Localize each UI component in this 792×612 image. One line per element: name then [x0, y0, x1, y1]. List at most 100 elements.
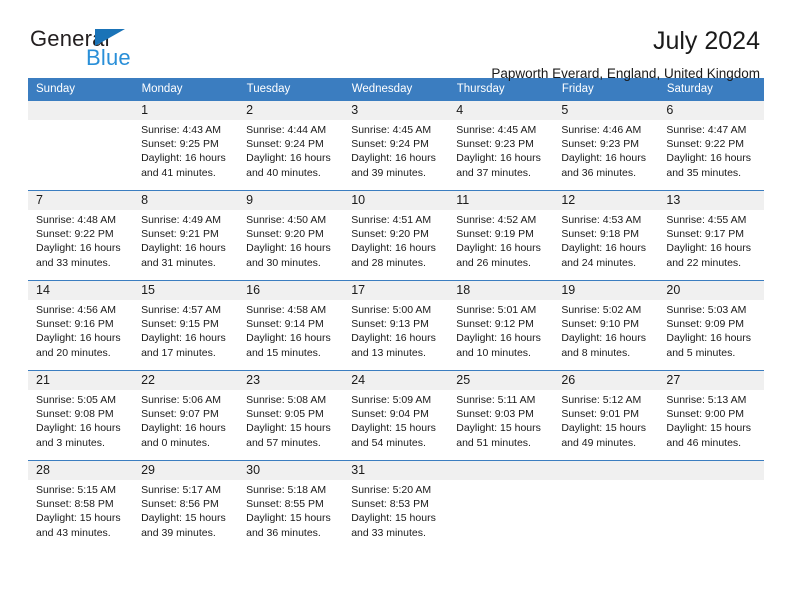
day-cell[interactable]: 19 Sunrise: 5:02 AM Sunset: 9:10 PM Dayligh…: [553, 281, 659, 370]
sunset-time: Sunset: 8:53 PM: [351, 498, 429, 511]
daylight-duration-line1: Daylight: 16 hours: [561, 332, 646, 345]
daylight-duration-line1: Daylight: 16 hours: [561, 152, 646, 165]
calendar-cell: 3 Sunrise: 4:45 AM Sunset: 9:24 PM Daylight…: [343, 100, 449, 191]
page-title: July 2024: [652, 27, 760, 55]
day-details: Sunrise: 4:50 AM Sunset: 9:20 PM Daylight:…: [238, 210, 343, 270]
calendar-cell: 9 Sunrise: 4:50 AM Sunset: 9:20 PM Daylight…: [238, 190, 344, 281]
day-cell[interactable]: 14 Sunrise: 4:56 AM Sunset: 9:16 PM Dayligh…: [28, 281, 134, 370]
calendar-cell: 13 Sunrise: 4:55 AM Sunset: 9:17 PM Dayligh…: [658, 190, 764, 281]
sunset-time: Sunset: 9:25 PM: [141, 138, 219, 151]
sunrise-time: Sunrise: 5:06 AM: [141, 394, 222, 406]
day-details: Sunrise: 5:15 AM Sunset: 8:58 PM Daylight:…: [28, 480, 133, 540]
calendar-cell: 23 Sunrise: 5:08 AM Sunset: 9:05 PM Dayligh…: [238, 370, 344, 461]
sunrise-time: Sunrise: 4:57 AM: [141, 304, 222, 316]
sunrise-time: Sunrise: 4:45 AM: [456, 124, 537, 136]
daylight-duration-line1: Daylight: 16 hours: [666, 332, 752, 345]
calendar-cell: 12 Sunrise: 4:53 AM Sunset: 9:18 PM Dayligh…: [553, 190, 659, 281]
day-cell[interactable]: 30 Sunrise: 5:18 AM Sunset: 8:55 PM Dayligh…: [238, 461, 344, 549]
day-number: 3: [343, 101, 449, 120]
day-number: 20: [658, 281, 764, 300]
day-details: Sunrise: 4:55 AM Sunset: 9:17 PM Daylight:…: [658, 210, 763, 270]
day-cell[interactable]: 9 Sunrise: 4:50 AM Sunset: 9:20 PM Daylight…: [238, 191, 344, 280]
day-cell[interactable]: 11 Sunrise: 4:52 AM Sunset: 9:19 PM Dayligh…: [448, 191, 554, 280]
day-cell[interactable]: 3 Sunrise: 4:45 AM Sunset: 9:24 PM Daylight…: [343, 101, 449, 190]
day-number: 5: [553, 101, 659, 120]
sunset-time: Sunset: 9:00 PM: [666, 408, 745, 421]
calendar-cell: 2 Sunrise: 4:44 AM Sunset: 9:24 PM Daylight…: [238, 100, 344, 191]
day-cell[interactable]: 29 Sunrise: 5:17 AM Sunset: 8:56 PM Dayligh…: [133, 461, 239, 549]
day-cell[interactable]: 18 Sunrise: 5:01 AM Sunset: 9:12 PM Dayligh…: [448, 281, 554, 370]
day-cell[interactable]: 2 Sunrise: 4:44 AM Sunset: 9:24 PM Daylight…: [238, 101, 344, 190]
sunrise-time: Sunrise: 5:02 AM: [561, 304, 642, 316]
day-cell[interactable]: 12 Sunrise: 4:53 AM Sunset: 9:18 PM Dayligh…: [553, 191, 659, 280]
day-details: Sunrise: 4:49 AM Sunset: 9:21 PM Daylight:…: [133, 210, 238, 270]
calendar-cell: 30 Sunrise: 5:18 AM Sunset: 8:55 PM Dayligh…: [238, 460, 344, 549]
daylight-duration-line1: Daylight: 16 hours: [246, 242, 331, 255]
day-details: Sunrise: 5:13 AM Sunset: 9:00 PM Daylight:…: [658, 390, 763, 450]
sunrise-time: Sunrise: 5:17 AM: [141, 484, 222, 496]
day-details: Sunrise: 5:11 AM Sunset: 9:03 PM Daylight:…: [448, 390, 553, 450]
sunrise-time: Sunrise: 5:15 AM: [36, 484, 116, 496]
day-cell[interactable]: 10 Sunrise: 4:51 AM Sunset: 9:20 PM Dayligh…: [343, 191, 449, 280]
day-cell[interactable]: 31 Sunrise: 5:20 AM Sunset: 8:53 PM Dayligh…: [343, 461, 449, 549]
day-number: 4: [448, 101, 554, 120]
daylight-duration-line1: Daylight: 16 hours: [246, 332, 331, 345]
daylight-duration-line2: and 35 minutes.: [666, 166, 742, 179]
day-cell[interactable]: 25 Sunrise: 5:11 AM Sunset: 9:03 PM Dayligh…: [448, 371, 554, 460]
title-block: July 2024 Papworth Everard, England, Uni…: [491, 26, 764, 83]
day-cell[interactable]: 26 Sunrise: 5:12 AM Sunset: 9:01 PM Dayligh…: [553, 371, 659, 460]
day-details: Sunrise: 5:09 AM Sunset: 9:04 PM Daylight:…: [343, 390, 448, 450]
calendar-page: General Blue July 2024 Papworth Everard,…: [0, 0, 792, 612]
day-cell[interactable]: 1 Sunrise: 4:43 AM Sunset: 9:25 PM Daylight…: [133, 101, 239, 190]
daylight-duration-line2: and 36 minutes.: [246, 526, 321, 539]
sunset-time: Sunset: 9:18 PM: [561, 228, 639, 241]
day-cell[interactable]: 6 Sunrise: 4:47 AM Sunset: 9:22 PM Daylight…: [658, 101, 764, 190]
calendar-week-row: 1 Sunrise: 4:43 AM Sunset: 9:25 PM Daylight…: [28, 100, 764, 191]
daylight-duration-line2: and 28 minutes.: [351, 256, 426, 269]
day-cell[interactable]: 28 Sunrise: 5:15 AM Sunset: 8:58 PM Dayligh…: [28, 461, 134, 549]
day-cell[interactable]: 21 Sunrise: 5:05 AM Sunset: 9:08 PM Dayligh…: [28, 371, 134, 460]
day-cell[interactable]: 8 Sunrise: 4:49 AM Sunset: 9:21 PM Daylight…: [133, 191, 239, 280]
sunset-time: Sunset: 9:24 PM: [246, 138, 324, 151]
daylight-duration-line2: and 39 minutes.: [351, 166, 426, 179]
daylight-duration-line1: Daylight: 16 hours: [141, 242, 226, 255]
sunset-time: Sunset: 9:23 PM: [561, 138, 639, 151]
day-details: Sunrise: 5:08 AM Sunset: 9:05 PM Daylight:…: [238, 390, 343, 450]
calendar-cell: [553, 460, 659, 549]
sunset-time: Sunset: 9:01 PM: [561, 408, 639, 421]
day-cell[interactable]: 4 Sunrise: 4:45 AM Sunset: 9:23 PM Daylight…: [448, 101, 554, 190]
day-cell[interactable]: 13 Sunrise: 4:55 AM Sunset: 9:17 PM Dayligh…: [658, 191, 764, 280]
sunset-time: Sunset: 8:58 PM: [36, 498, 114, 511]
daylight-duration-line2: and 33 minutes.: [36, 256, 111, 269]
day-details: Sunrise: 5:00 AM Sunset: 9:13 PM Daylight:…: [343, 300, 448, 360]
day-details: Sunrise: 5:02 AM Sunset: 9:10 PM Daylight:…: [553, 300, 658, 360]
day-number: 27: [658, 371, 764, 390]
day-number: [448, 461, 554, 480]
daylight-duration-line1: Daylight: 16 hours: [456, 152, 541, 165]
daylight-duration-line1: Daylight: 16 hours: [456, 332, 541, 345]
day-number: 15: [133, 281, 239, 300]
day-details: Sunrise: 4:56 AM Sunset: 9:16 PM Daylight:…: [28, 300, 133, 360]
day-cell[interactable]: 27 Sunrise: 5:13 AM Sunset: 9:00 PM Dayligh…: [658, 371, 764, 460]
sunset-time: Sunset: 8:56 PM: [141, 498, 219, 511]
sunrise-time: Sunrise: 4:53 AM: [561, 214, 642, 226]
day-cell[interactable]: 17 Sunrise: 5:00 AM Sunset: 9:13 PM Dayligh…: [343, 281, 449, 370]
sunrise-time: Sunrise: 4:50 AM: [246, 214, 327, 226]
daylight-duration-line2: and 13 minutes.: [351, 346, 426, 359]
day-cell[interactable]: 23 Sunrise: 5:08 AM Sunset: 9:05 PM Dayligh…: [238, 371, 344, 460]
day-cell[interactable]: 20 Sunrise: 5:03 AM Sunset: 9:09 PM Dayligh…: [658, 281, 764, 370]
daylight-duration-line2: and 40 minutes.: [246, 166, 321, 179]
sunrise-time: Sunrise: 5:13 AM: [666, 394, 747, 406]
daylight-duration-line2: and 10 minutes.: [456, 346, 531, 359]
day-cell[interactable]: 5 Sunrise: 4:46 AM Sunset: 9:23 PM Daylight…: [553, 101, 659, 190]
day-cell[interactable]: 15 Sunrise: 4:57 AM Sunset: 9:15 PM Dayligh…: [133, 281, 239, 370]
day-cell[interactable]: 7 Sunrise: 4:48 AM Sunset: 9:22 PM Daylight…: [28, 191, 134, 280]
day-cell[interactable]: 24 Sunrise: 5:09 AM Sunset: 9:04 PM Dayligh…: [343, 371, 449, 460]
calendar-cell: 18 Sunrise: 5:01 AM Sunset: 9:12 PM Dayligh…: [448, 280, 554, 371]
daylight-duration-line2: and 37 minutes.: [456, 166, 531, 179]
day-cell[interactable]: 22 Sunrise: 5:06 AM Sunset: 9:07 PM Dayligh…: [133, 371, 239, 460]
calendar-cell: 10 Sunrise: 4:51 AM Sunset: 9:20 PM Dayligh…: [343, 190, 449, 281]
day-cell[interactable]: 16 Sunrise: 4:58 AM Sunset: 9:14 PM Dayligh…: [238, 281, 344, 370]
general-blue-logo[interactable]: General Blue: [28, 26, 218, 72]
calendar-cell: 26 Sunrise: 5:12 AM Sunset: 9:01 PM Dayligh…: [553, 370, 659, 461]
